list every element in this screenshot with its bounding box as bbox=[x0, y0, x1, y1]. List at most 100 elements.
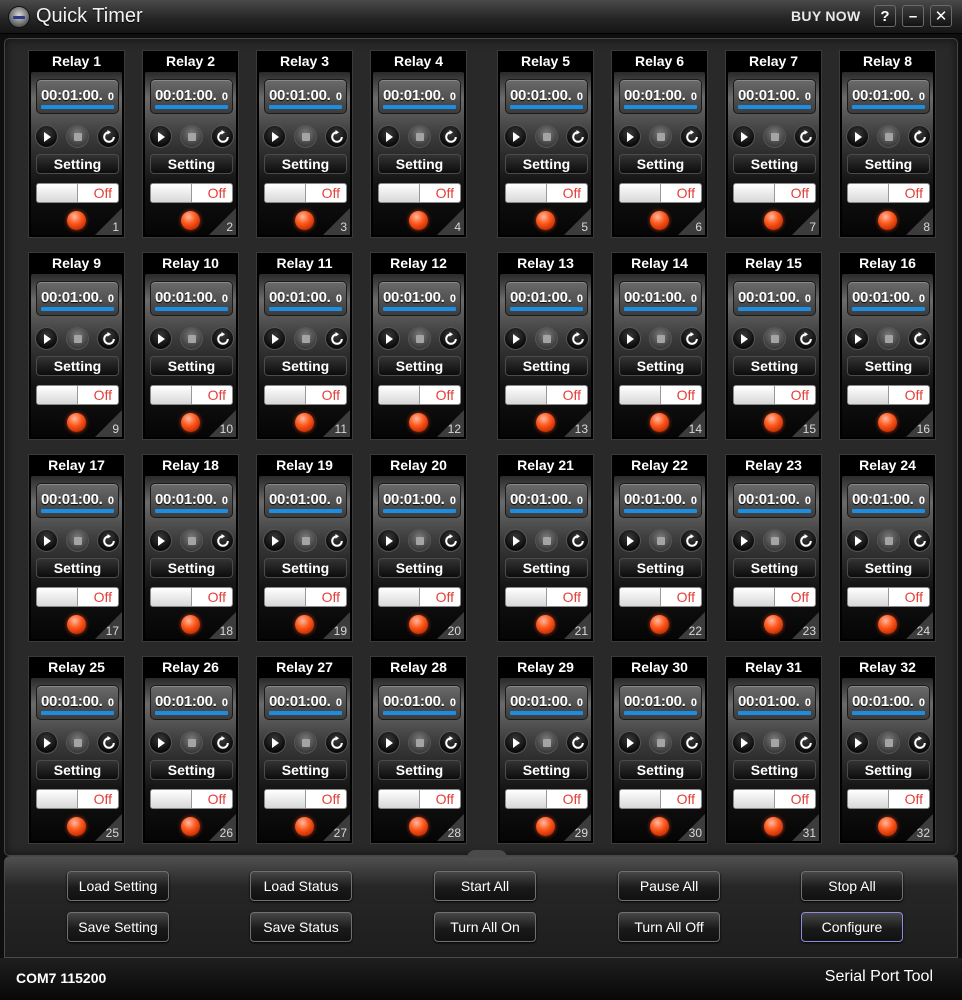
setting-button[interactable]: Setting bbox=[264, 760, 347, 780]
setting-button[interactable]: Setting bbox=[505, 558, 588, 578]
reset-button[interactable] bbox=[680, 125, 703, 148]
play-button[interactable] bbox=[618, 731, 641, 754]
reset-button[interactable] bbox=[439, 327, 462, 350]
switch-knob[interactable] bbox=[848, 790, 889, 808]
play-button[interactable] bbox=[263, 529, 286, 552]
setting-button[interactable]: Setting bbox=[733, 154, 816, 174]
play-button[interactable] bbox=[504, 125, 527, 148]
setting-button[interactable]: Setting bbox=[733, 558, 816, 578]
start-all-button[interactable]: Start All bbox=[434, 871, 536, 901]
switch-knob[interactable] bbox=[265, 184, 306, 202]
stop-button[interactable] bbox=[535, 731, 558, 754]
switch-knob[interactable] bbox=[734, 588, 775, 606]
switch-knob[interactable] bbox=[848, 386, 889, 404]
setting-button[interactable]: Setting bbox=[150, 154, 233, 174]
setting-button[interactable]: Setting bbox=[264, 356, 347, 376]
switch-knob[interactable] bbox=[734, 184, 775, 202]
play-button[interactable] bbox=[149, 327, 172, 350]
relay-switch[interactable]: Off bbox=[264, 789, 347, 809]
close-button[interactable]: ✕ bbox=[930, 5, 952, 27]
reset-button[interactable] bbox=[794, 125, 817, 148]
reset-button[interactable] bbox=[908, 731, 931, 754]
relay-switch[interactable]: Off bbox=[505, 789, 588, 809]
relay-switch[interactable]: Off bbox=[619, 587, 702, 607]
stop-button[interactable] bbox=[408, 125, 431, 148]
play-button[interactable] bbox=[504, 327, 527, 350]
stop-button[interactable] bbox=[294, 529, 317, 552]
play-button[interactable] bbox=[149, 125, 172, 148]
stop-button[interactable] bbox=[877, 327, 900, 350]
play-button[interactable] bbox=[504, 529, 527, 552]
relay-switch[interactable]: Off bbox=[505, 183, 588, 203]
play-button[interactable] bbox=[149, 731, 172, 754]
stop-button[interactable] bbox=[408, 731, 431, 754]
setting-button[interactable]: Setting bbox=[733, 760, 816, 780]
play-button[interactable] bbox=[846, 327, 869, 350]
relay-switch[interactable]: Off bbox=[36, 789, 119, 809]
reset-button[interactable] bbox=[325, 125, 348, 148]
reset-button[interactable] bbox=[211, 731, 234, 754]
setting-button[interactable]: Setting bbox=[36, 356, 119, 376]
play-button[interactable] bbox=[35, 125, 58, 148]
play-button[interactable] bbox=[618, 125, 641, 148]
switch-knob[interactable] bbox=[506, 184, 547, 202]
setting-button[interactable]: Setting bbox=[619, 558, 702, 578]
stop-button[interactable] bbox=[66, 125, 89, 148]
setting-button[interactable]: Setting bbox=[619, 154, 702, 174]
reset-button[interactable] bbox=[908, 327, 931, 350]
save-status-button[interactable]: Save Status bbox=[250, 912, 352, 942]
buy-now-link[interactable]: BUY NOW bbox=[791, 8, 861, 24]
stop-button[interactable] bbox=[763, 125, 786, 148]
switch-knob[interactable] bbox=[37, 588, 78, 606]
stop-button[interactable] bbox=[180, 529, 203, 552]
reset-button[interactable] bbox=[794, 731, 817, 754]
setting-button[interactable]: Setting bbox=[505, 356, 588, 376]
stop-button[interactable] bbox=[535, 327, 558, 350]
stop-button[interactable] bbox=[408, 529, 431, 552]
play-button[interactable] bbox=[732, 529, 755, 552]
switch-knob[interactable] bbox=[506, 588, 547, 606]
play-button[interactable] bbox=[732, 327, 755, 350]
stop-button[interactable] bbox=[180, 731, 203, 754]
play-button[interactable] bbox=[377, 125, 400, 148]
save-setting-button[interactable]: Save Setting bbox=[67, 912, 169, 942]
play-button[interactable] bbox=[35, 529, 58, 552]
relay-switch[interactable]: Off bbox=[378, 385, 461, 405]
reset-button[interactable] bbox=[794, 529, 817, 552]
configure-button[interactable]: Configure bbox=[801, 912, 903, 942]
relay-switch[interactable]: Off bbox=[378, 183, 461, 203]
relay-switch[interactable]: Off bbox=[733, 183, 816, 203]
stop-button[interactable] bbox=[649, 327, 672, 350]
switch-knob[interactable] bbox=[37, 184, 78, 202]
switch-knob[interactable] bbox=[506, 386, 547, 404]
play-button[interactable] bbox=[263, 327, 286, 350]
reset-button[interactable] bbox=[325, 327, 348, 350]
play-button[interactable] bbox=[732, 125, 755, 148]
stop-button[interactable] bbox=[763, 327, 786, 350]
relay-switch[interactable]: Off bbox=[264, 183, 347, 203]
stop-button[interactable] bbox=[649, 731, 672, 754]
switch-knob[interactable] bbox=[151, 790, 192, 808]
switch-knob[interactable] bbox=[37, 386, 78, 404]
relay-switch[interactable]: Off bbox=[378, 587, 461, 607]
relay-switch[interactable]: Off bbox=[733, 587, 816, 607]
relay-switch[interactable]: Off bbox=[150, 183, 233, 203]
stop-button[interactable] bbox=[535, 529, 558, 552]
load-setting-button[interactable]: Load Setting bbox=[67, 871, 169, 901]
switch-knob[interactable] bbox=[506, 790, 547, 808]
play-button[interactable] bbox=[35, 327, 58, 350]
switch-knob[interactable] bbox=[620, 588, 661, 606]
reset-button[interactable] bbox=[97, 327, 120, 350]
stop-button[interactable] bbox=[180, 125, 203, 148]
relay-switch[interactable]: Off bbox=[36, 183, 119, 203]
reset-button[interactable] bbox=[211, 529, 234, 552]
switch-knob[interactable] bbox=[37, 790, 78, 808]
setting-button[interactable]: Setting bbox=[619, 760, 702, 780]
stop-button[interactable] bbox=[877, 125, 900, 148]
switch-knob[interactable] bbox=[151, 184, 192, 202]
switch-knob[interactable] bbox=[379, 588, 420, 606]
stop-button[interactable] bbox=[877, 529, 900, 552]
play-button[interactable] bbox=[149, 529, 172, 552]
stop-button[interactable] bbox=[294, 125, 317, 148]
relay-switch[interactable]: Off bbox=[264, 587, 347, 607]
